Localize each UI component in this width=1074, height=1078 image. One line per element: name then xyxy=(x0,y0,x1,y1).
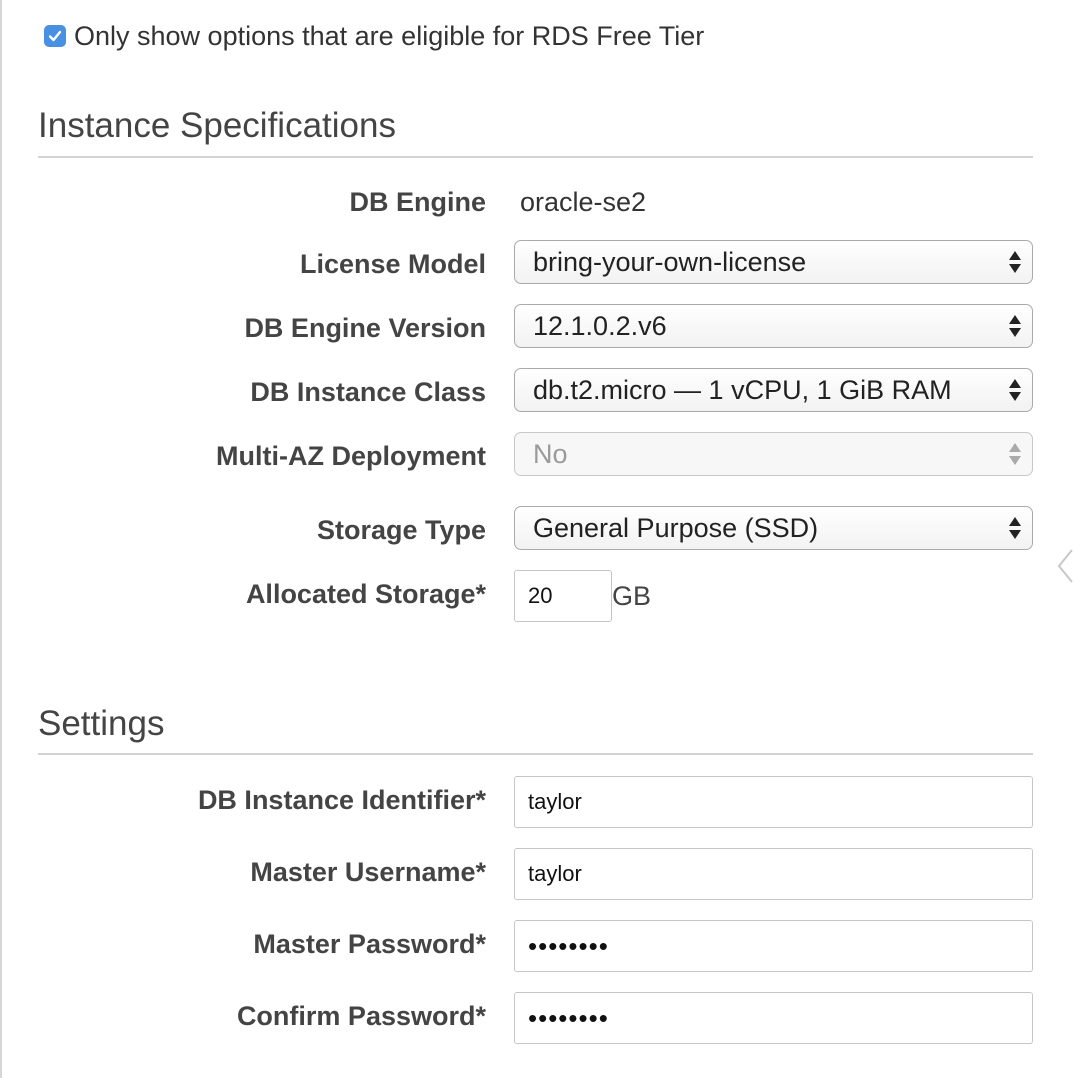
chevron-left-icon[interactable] xyxy=(1056,548,1074,584)
master-username-input[interactable] xyxy=(514,848,1033,900)
storage-type-label: Storage Type xyxy=(316,515,486,545)
license-model-label: License Model xyxy=(299,249,486,279)
up-down-arrows-icon xyxy=(1009,443,1021,465)
free-tier-checkbox[interactable] xyxy=(44,25,66,47)
up-down-arrows-icon xyxy=(1009,379,1021,401)
instance-class-select[interactable]: db.t2.micro — 1 vCPU, 1 GiB RAM xyxy=(514,368,1033,412)
instance-specifications-heading: Instance Specifications xyxy=(38,106,396,145)
checkmark-icon xyxy=(48,30,62,42)
instance-specifications-divider xyxy=(38,156,1033,158)
allocated-storage-input[interactable] xyxy=(514,570,612,622)
engine-version-select[interactable]: 12.1.0.2.v6 xyxy=(514,304,1033,348)
settings-divider xyxy=(38,753,1033,755)
master-username-label: Master Username* xyxy=(250,857,486,887)
instance-identifier-input[interactable] xyxy=(514,776,1033,828)
up-down-arrows-icon xyxy=(1009,315,1021,337)
settings-heading: Settings xyxy=(38,704,165,743)
db-engine-label: DB Engine xyxy=(349,187,486,217)
instance-identifier-label: DB Instance Identifier* xyxy=(197,785,486,815)
multi-az-selected-value: No xyxy=(533,438,568,469)
multi-az-select: No xyxy=(514,432,1033,476)
license-model-selected-value: bring-your-own-license xyxy=(533,246,807,277)
confirm-password-input[interactable] xyxy=(514,992,1033,1044)
multi-az-label: Multi-AZ Deployment xyxy=(216,441,486,471)
master-password-label: Master Password* xyxy=(253,929,486,959)
instance-class-label: DB Instance Class xyxy=(250,377,486,407)
free-tier-option[interactable]: Only show options that are eligible for … xyxy=(44,18,704,54)
master-password-input[interactable] xyxy=(514,920,1033,972)
instance-class-selected-value: db.t2.micro — 1 vCPU, 1 GiB RAM xyxy=(533,374,952,405)
left-border xyxy=(0,0,2,1078)
engine-version-selected-value: 12.1.0.2.v6 xyxy=(533,310,667,341)
storage-type-selected-value: General Purpose (SSD) xyxy=(533,512,819,543)
free-tier-label: Only show options that are eligible for … xyxy=(74,20,705,51)
engine-version-label: DB Engine Version xyxy=(244,313,486,343)
license-model-select[interactable]: bring-your-own-license xyxy=(514,240,1033,284)
db-engine-value: oracle-se2 xyxy=(520,187,647,217)
allocated-storage-unit: GB xyxy=(612,581,652,611)
confirm-password-label: Confirm Password* xyxy=(236,1001,486,1031)
storage-type-select[interactable]: General Purpose (SSD) xyxy=(514,506,1033,550)
allocated-storage-label: Allocated Storage* xyxy=(245,579,486,609)
up-down-arrows-icon xyxy=(1009,251,1021,273)
up-down-arrows-icon xyxy=(1009,517,1021,539)
